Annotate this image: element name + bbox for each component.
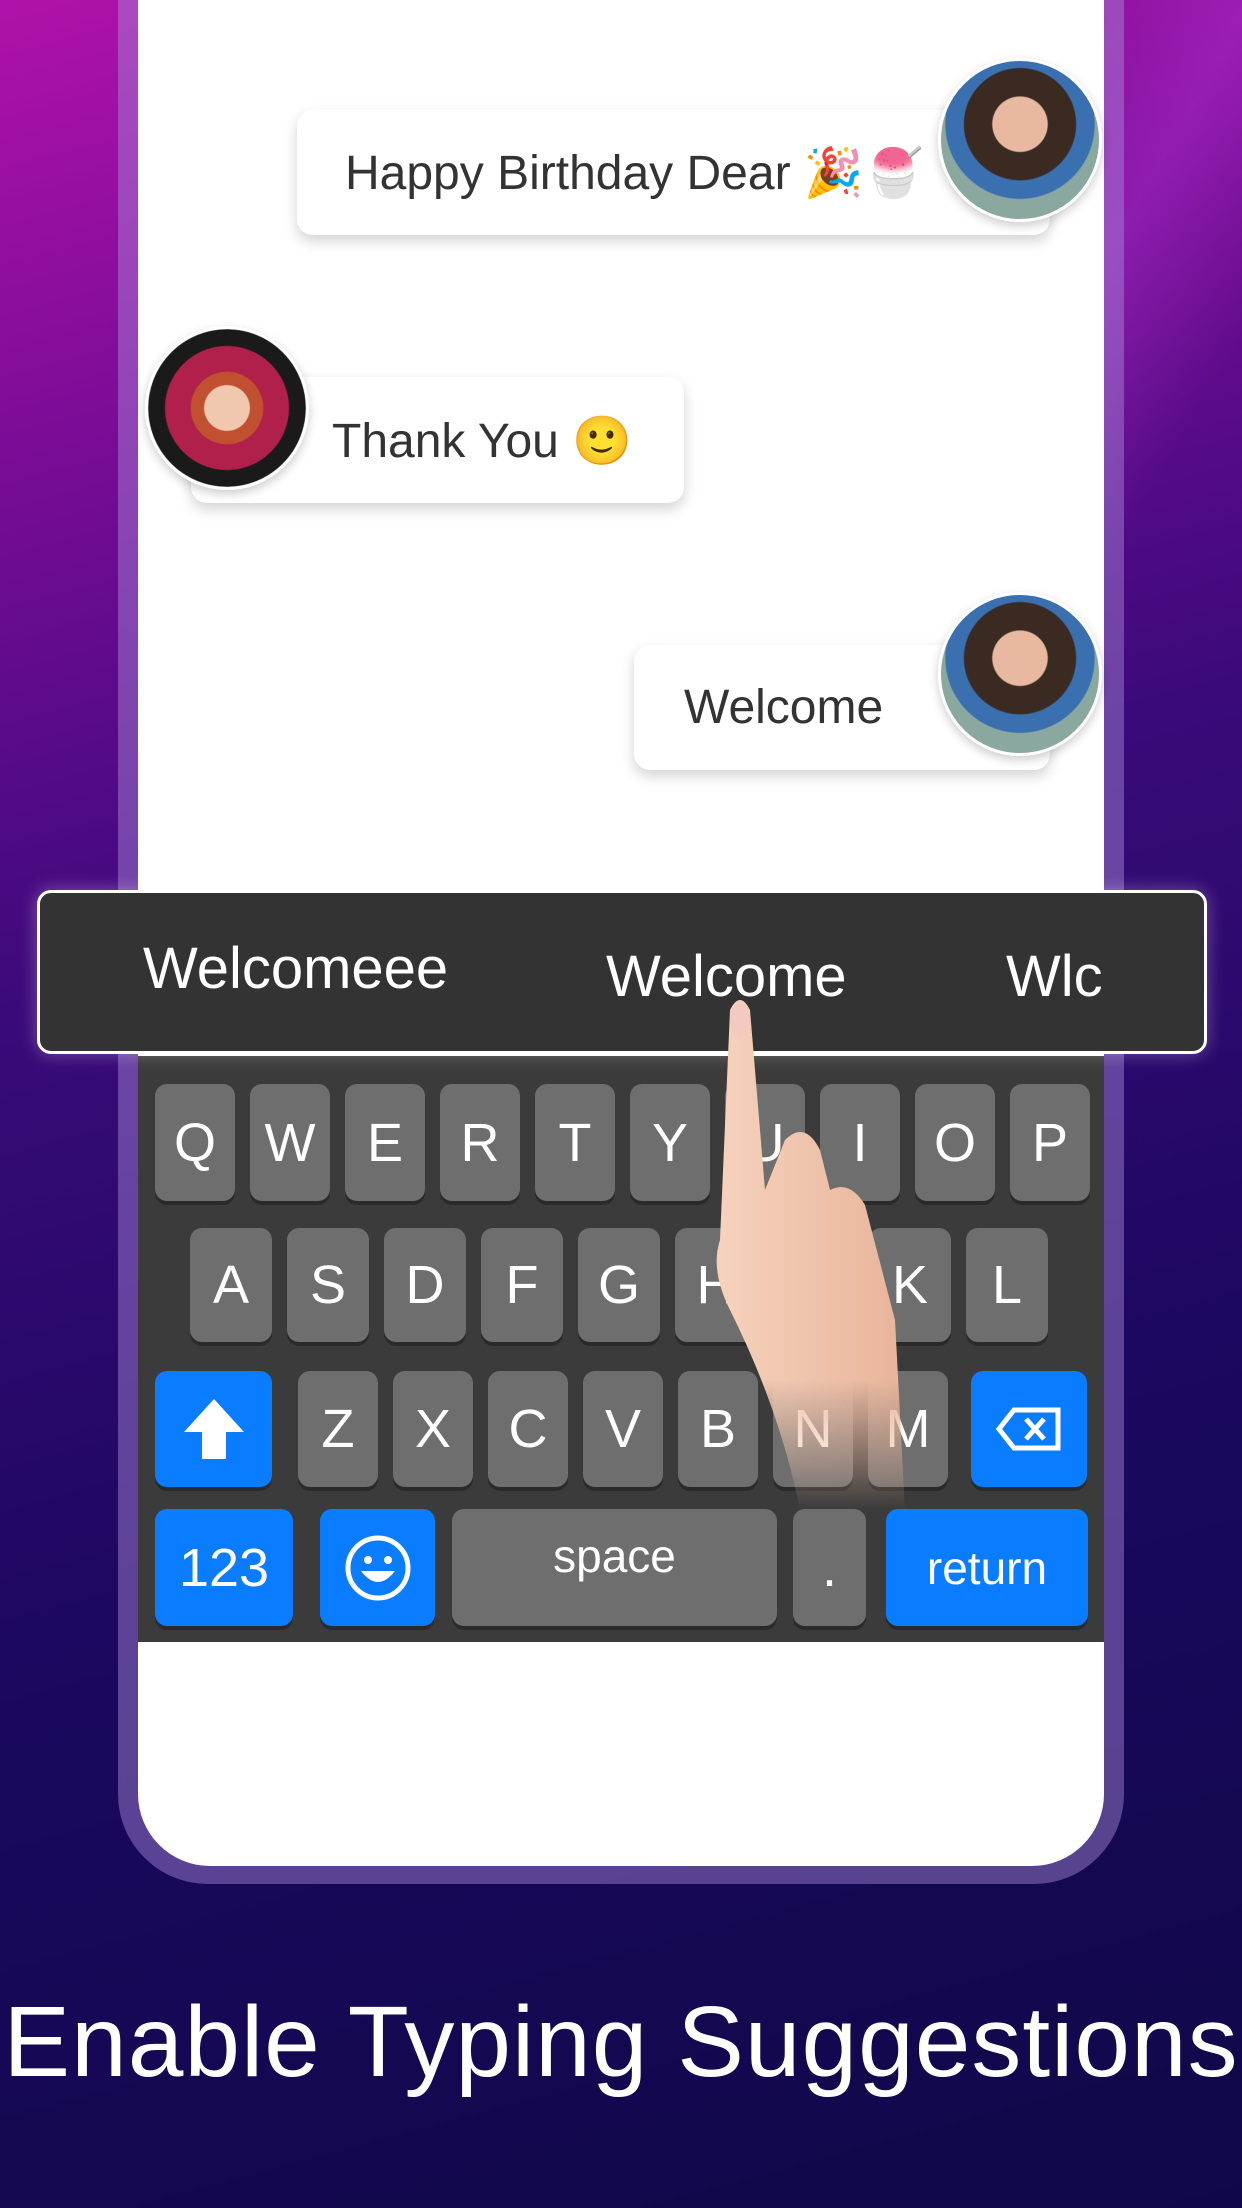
space-key[interactable]: space	[452, 1509, 777, 1626]
return-key[interactable]: return	[886, 1509, 1088, 1626]
hand-pointer-icon	[716, 1000, 905, 1510]
key-label: return	[926, 1541, 1048, 1594]
backspace-key[interactable]	[971, 1371, 1087, 1487]
backspace-icon	[996, 1407, 1061, 1451]
key-z[interactable]: Z	[298, 1371, 378, 1487]
message-bubble-sent: Happy Birthday Dear 🎉🍧	[297, 110, 1050, 235]
key-t[interactable]: T	[535, 1084, 615, 1201]
key-label: G	[597, 1255, 640, 1315]
avatar-sender	[938, 58, 1102, 222]
key-s[interactable]: S	[287, 1228, 369, 1342]
numbers-key[interactable]: 123	[155, 1509, 293, 1626]
key-x[interactable]: X	[393, 1371, 473, 1487]
key-label: A	[212, 1255, 250, 1315]
headline: Enable Typing Suggestions	[3, 1986, 1239, 2098]
shift-arrow-icon	[183, 1399, 244, 1459]
key-label: Q	[173, 1112, 216, 1173]
message-text: Thank You 🙂	[332, 414, 632, 468]
key-label: P	[1031, 1112, 1069, 1173]
key-a[interactable]: A	[190, 1228, 272, 1342]
suggestion-wlc[interactable]: Wlc	[1006, 943, 1103, 1010]
avatar-recipient	[145, 326, 309, 490]
key-g[interactable]: G	[578, 1228, 660, 1342]
key-label: X	[414, 1399, 452, 1459]
key-label: R	[460, 1112, 500, 1173]
key-label: S	[309, 1255, 347, 1315]
key-label: Z	[321, 1399, 355, 1459]
key-label: D	[405, 1255, 445, 1315]
key-label: F	[505, 1255, 539, 1315]
key-p[interactable]: P	[1010, 1084, 1090, 1201]
key-l[interactable]: L	[966, 1228, 1048, 1342]
key-label: E	[366, 1112, 404, 1173]
key-f[interactable]: F	[481, 1228, 563, 1342]
key-label: C	[508, 1399, 548, 1459]
suggestion-welcomeee[interactable]: Welcomeee	[143, 935, 448, 1002]
key-label: space	[553, 1530, 676, 1582]
period-key[interactable]: .	[793, 1509, 866, 1626]
key-c[interactable]: C	[488, 1371, 568, 1487]
key-e[interactable]: E	[345, 1084, 425, 1201]
key-label: Y	[651, 1112, 689, 1173]
key-label: .	[821, 1537, 837, 1598]
key-label: 123	[178, 1537, 270, 1598]
emoji-icon	[345, 1535, 410, 1600]
message-text: Welcome	[684, 681, 884, 734]
key-label: W	[264, 1112, 316, 1173]
key-q[interactable]: Q	[155, 1084, 235, 1201]
key-label: T	[558, 1112, 592, 1173]
avatar-sender	[938, 592, 1102, 756]
key-r[interactable]: R	[440, 1084, 520, 1201]
suggestion-bar: Welcomeee Welcome Wlc	[37, 890, 1207, 1054]
key-label: L	[991, 1255, 1023, 1315]
key-d[interactable]: D	[384, 1228, 466, 1342]
key-label: V	[604, 1399, 642, 1459]
message-text: Happy Birthday Dear 🎉🍧	[345, 147, 924, 200]
key-w[interactable]: W	[250, 1084, 330, 1201]
key-v[interactable]: V	[583, 1371, 663, 1487]
emoji-key[interactable]	[320, 1509, 435, 1626]
shift-key[interactable]	[155, 1371, 272, 1487]
